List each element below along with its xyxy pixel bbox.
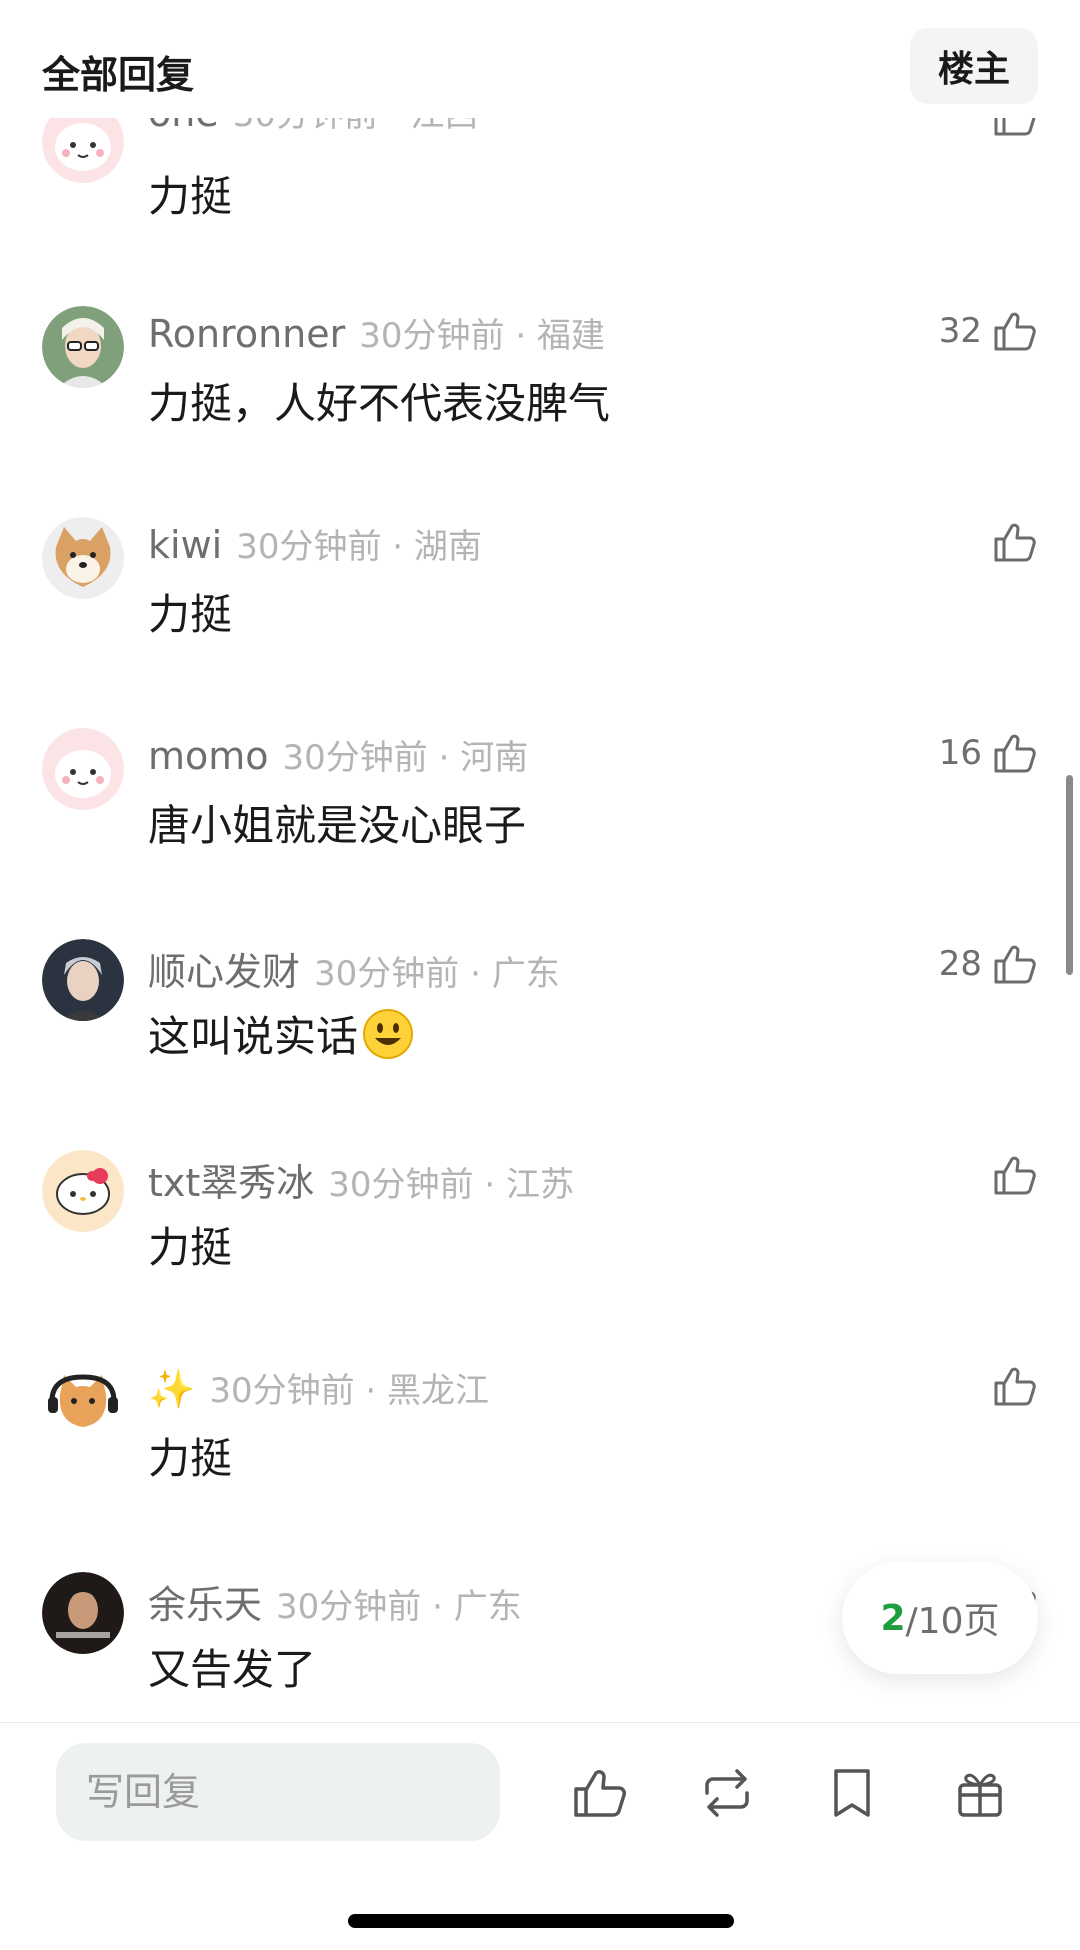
comment-item: kiwi 30分钟前 · 湖南 力挺 — [0, 517, 1080, 697]
smiley-face-emoji-icon — [362, 1008, 414, 1060]
comment-text: 力挺 — [148, 1434, 233, 1483]
thumbs-up-icon — [990, 940, 1038, 988]
page-indicator[interactable]: 2 /10页 — [842, 1562, 1038, 1674]
comment-meta: txt翠秀冰 30分钟前 · 江苏 — [148, 1152, 574, 1205]
repost-button[interactable] — [687, 1753, 767, 1833]
scrollbar[interactable] — [1066, 775, 1073, 975]
owner-only-button[interactable]: 楼主 — [910, 28, 1038, 104]
comment-meta: Ronronner 30分钟前 · 福建 — [148, 308, 605, 358]
time-location: 30分钟前 · 广东 — [314, 954, 560, 994]
like-post-button[interactable] — [558, 1753, 638, 1833]
bottom-action-bar — [0, 1722, 1080, 1950]
time-location: 30分钟前 · 河南 — [282, 738, 529, 778]
thumbs-up-icon — [990, 518, 1038, 566]
header: 全部回复 楼主 — [0, 0, 1080, 118]
thumbs-up-icon — [990, 729, 1038, 777]
like-count: 28 — [938, 944, 982, 984]
avatar[interactable] — [42, 728, 124, 810]
username[interactable]: 余乐天 — [148, 1574, 262, 1629]
avatar[interactable] — [42, 517, 124, 599]
comment-item: momo 30分钟前 · 河南 唐小姐就是没心眼子 16 — [0, 728, 1080, 908]
comment-meta: momo 30分钟前 · 河南 — [148, 730, 528, 780]
comment-text: 力挺 — [148, 590, 233, 639]
username[interactable]: kiwi — [148, 523, 222, 567]
gift-icon — [958, 1773, 1002, 1817]
comment-meta: kiwi 30分钟前 · 湖南 — [148, 519, 482, 569]
username[interactable]: 顺心发财 — [148, 941, 300, 996]
comment-list[interactable]: one 30分钟前 · 江西 力挺 Ronronner 30分钟前 · 福建 力… — [0, 0, 1080, 1722]
comment-text: 力挺 — [148, 1223, 233, 1272]
comment-text: 又告发了 — [148, 1645, 317, 1694]
like-count: 32 — [938, 311, 982, 351]
comment-meta: 顺心发财 30分钟前 · 广东 — [148, 941, 560, 994]
comment-text-body: 这叫说实话 — [148, 1012, 359, 1061]
comment-text: 这叫说实话 — [148, 1003, 414, 1064]
avatar[interactable] — [42, 306, 124, 388]
like-button[interactable] — [990, 517, 1038, 567]
time-location: 30分钟前 · 福建 — [359, 316, 605, 356]
comment-item: one 30分钟前 · 江西 力挺 — [0, 91, 1080, 285]
time-location: 30分钟前 · 江苏 — [328, 1165, 574, 1205]
like-button[interactable]: 16 — [939, 728, 1038, 778]
comment-meta: ✨ 30分钟前 · 黑龙江 — [148, 1363, 489, 1413]
thumbs-up-icon — [990, 1362, 1038, 1410]
thumbs-up-icon — [990, 307, 1038, 355]
like-count: 16 — [938, 733, 982, 773]
repost-icon — [705, 1769, 749, 1817]
comment-text: 唐小姐就是没心眼子 — [148, 801, 527, 850]
thumbs-up-icon — [990, 1151, 1038, 1199]
time-location: 30分钟前 · 广东 — [276, 1587, 522, 1627]
comment-text: 力挺 — [148, 172, 233, 221]
page-title: 全部回复 — [42, 53, 195, 97]
bookmark-button[interactable] — [812, 1753, 892, 1833]
comment-item: txt翠秀冰 30分钟前 · 江苏 力挺 — [0, 1150, 1080, 1330]
comment-item: 顺心发财 30分钟前 · 广东 这叫说实话 28 — [0, 939, 1080, 1119]
like-button[interactable]: 32 — [939, 306, 1038, 356]
comment-item: ✨ 30分钟前 · 黑龙江 力挺 — [0, 1361, 1080, 1541]
comment-item: Ronronner 30分钟前 · 福建 力挺，人好不代表没脾气 32 — [0, 306, 1080, 486]
avatar[interactable] — [42, 1361, 124, 1443]
page-total: /10页 — [905, 1601, 1000, 1642]
comment-meta: 余乐天 30分钟前 · 广东 — [148, 1574, 522, 1627]
username[interactable]: ✨ — [148, 1367, 195, 1412]
thumbs-up-icon — [574, 1770, 626, 1817]
time-location: 30分钟前 · 湖南 — [236, 527, 482, 567]
page-current: 2 — [880, 1597, 906, 1639]
comment-text: 力挺，人好不代表没脾气 — [148, 379, 611, 428]
bookmark-icon — [834, 1769, 870, 1817]
like-button[interactable]: 28 — [939, 939, 1038, 989]
username[interactable]: Ronronner — [148, 312, 345, 356]
like-button[interactable] — [990, 1150, 1038, 1200]
avatar[interactable] — [42, 939, 124, 1021]
avatar[interactable] — [42, 1572, 124, 1654]
like-button[interactable] — [990, 1361, 1038, 1411]
time-location: 30分钟前 · 黑龙江 — [209, 1371, 490, 1411]
username[interactable]: momo — [148, 734, 269, 778]
username[interactable]: txt翠秀冰 — [148, 1152, 314, 1207]
avatar[interactable] — [42, 1150, 124, 1232]
reply-input[interactable] — [56, 1743, 500, 1841]
gift-button[interactable] — [940, 1753, 1020, 1833]
home-indicator[interactable] — [348, 1914, 734, 1928]
